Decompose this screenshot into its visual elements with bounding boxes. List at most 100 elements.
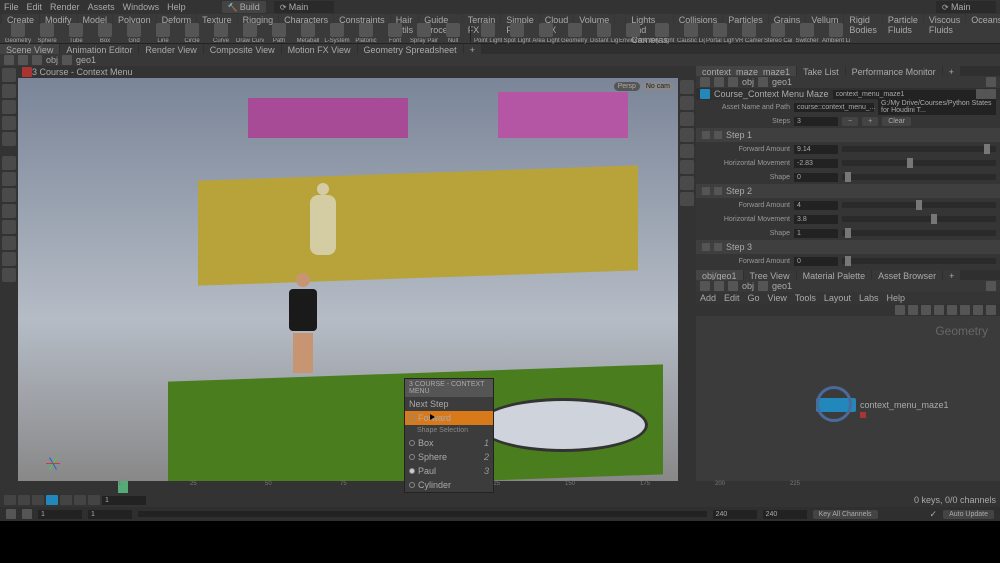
gear-icon[interactable] <box>976 89 986 99</box>
shelf-item[interactable]: Tube <box>62 23 90 44</box>
shelf-item[interactable]: Geometry Light <box>561 23 589 44</box>
fwd-icon[interactable] <box>714 77 724 87</box>
fwd-icon[interactable] <box>714 281 724 291</box>
shelf-item[interactable]: Circle <box>178 23 206 44</box>
shelf-item[interactable]: Caustic Light <box>677 23 705 44</box>
obj-icon[interactable] <box>32 55 42 65</box>
pane-tab[interactable]: Material Palette <box>797 270 872 280</box>
pane-tab[interactable]: Take List <box>797 66 845 76</box>
shelf-item[interactable]: Spray Paint <box>410 23 438 44</box>
pane-tab[interactable]: + <box>943 66 960 76</box>
net-tool-icon[interactable] <box>973 305 983 315</box>
obj-icon[interactable] <box>728 77 738 87</box>
steps-minus-button[interactable]: − <box>842 117 858 126</box>
param-field[interactable]: 9.14 <box>794 145 838 154</box>
shelf-item[interactable]: L-System <box>323 23 351 44</box>
auto-update-button[interactable]: Auto Update <box>943 510 994 519</box>
back-icon[interactable] <box>700 77 710 87</box>
step-header[interactable]: Step 1 <box>696 128 1000 142</box>
nocam-button[interactable]: No cam <box>642 82 674 91</box>
inspect-tool-icon[interactable] <box>2 204 16 218</box>
viewport-canvas[interactable] <box>18 78 678 481</box>
gamma-icon[interactable] <box>680 192 694 206</box>
net-menu-item[interactable]: Layout <box>824 293 851 303</box>
misc3-tool-icon[interactable] <box>2 268 16 282</box>
menu-render[interactable]: Render <box>50 2 80 12</box>
shelf-item[interactable]: Grid <box>120 23 148 44</box>
play-fwd-button[interactable] <box>60 495 72 505</box>
net-menu-item[interactable]: Tools <box>795 293 816 303</box>
prev-frame-button[interactable] <box>18 495 30 505</box>
ctx-shape-option[interactable]: Sphere2 <box>405 450 493 464</box>
chevron-down-icon[interactable] <box>714 131 722 139</box>
lock-icon[interactable] <box>680 96 694 110</box>
desktop-combo-right[interactable]: ⟳ Main <box>936 1 996 13</box>
arrow-tool-icon[interactable] <box>2 132 16 146</box>
viewport[interactable]: 3 Course - Context Menu Persp No cam <box>18 66 696 481</box>
shelf-item[interactable]: Line <box>149 23 177 44</box>
ghost-icon[interactable] <box>680 128 694 142</box>
net-tool-icon[interactable] <box>960 305 970 315</box>
param-field[interactable]: 0 <box>794 257 838 266</box>
x-icon[interactable] <box>702 187 710 195</box>
ctx-shape-option[interactable]: Cylinder <box>405 478 493 492</box>
clear-button[interactable]: Clear <box>882 117 911 126</box>
ctx-shape-option[interactable]: Paul3 <box>405 464 493 478</box>
network-view[interactable]: Geometry context_menu_maze1 <box>696 316 1000 481</box>
param-field[interactable]: 3.8 <box>794 215 838 224</box>
wire-icon[interactable] <box>680 144 694 158</box>
chevron-down-icon[interactable] <box>714 243 722 251</box>
pane-tab[interactable]: Tree View <box>744 270 796 280</box>
pane-tab[interactable]: Composite View <box>204 44 281 54</box>
shelf-item[interactable]: Distant Light <box>590 23 618 44</box>
crumb-geo[interactable]: geo1 <box>772 281 792 291</box>
last-frame-button[interactable] <box>88 495 100 505</box>
render-tool-icon[interactable] <box>2 188 16 202</box>
node-name-field[interactable]: context_menu_maze1 <box>833 90 976 99</box>
asset-name-field[interactable]: course::context_menu_... <box>794 103 874 112</box>
pane-tab[interactable]: + <box>464 44 481 54</box>
x-icon[interactable] <box>702 243 710 251</box>
scale-tool-icon[interactable] <box>2 116 16 130</box>
fwd-icon[interactable] <box>18 55 28 65</box>
param-slider[interactable] <box>842 202 996 208</box>
rotate-tool-icon[interactable] <box>2 100 16 114</box>
shelf-item[interactable]: Geometry <box>4 23 32 44</box>
help-icon[interactable] <box>986 89 996 99</box>
light-icon[interactable] <box>680 176 694 190</box>
opt-icon[interactable] <box>6 509 16 519</box>
pane-tab[interactable]: Animation Editor <box>60 44 138 54</box>
param-slider[interactable] <box>842 216 996 222</box>
shelf-item[interactable]: Draw Curve <box>236 23 264 44</box>
shelf-item[interactable]: Environment Light <box>619 23 647 44</box>
move-tool-icon[interactable] <box>2 84 16 98</box>
pane-tab[interactable]: Scene View <box>0 44 59 54</box>
net-tool-icon[interactable] <box>986 305 996 315</box>
ctx-shape-option[interactable]: Box1 <box>405 436 493 450</box>
crumb-obj[interactable]: obj <box>742 77 754 87</box>
net-tool-icon[interactable] <box>908 305 918 315</box>
geo-icon[interactable] <box>758 77 768 87</box>
param-field[interactable]: 0 <box>794 173 838 182</box>
shelf-item[interactable]: Path <box>265 23 293 44</box>
shelf-item[interactable]: Portal Light <box>706 23 734 44</box>
node[interactable]: context_menu_maze1 <box>816 398 949 412</box>
range-start-field[interactable]: 1 <box>38 510 82 519</box>
shelf-item[interactable]: Stereo Camera <box>764 23 792 44</box>
shelf-item[interactable]: Switcher <box>793 23 821 44</box>
param-slider[interactable] <box>842 258 996 264</box>
crumb-obj[interactable]: obj <box>46 55 58 65</box>
shelf-item[interactable]: Area Light <box>532 23 560 44</box>
record-icon[interactable] <box>22 67 32 77</box>
display-opt-icon[interactable] <box>680 80 694 94</box>
param-field[interactable]: -2.83 <box>794 159 838 168</box>
param-slider[interactable] <box>842 230 996 236</box>
shelf-item[interactable]: Font <box>381 23 409 44</box>
crumb-obj[interactable]: obj <box>742 281 754 291</box>
play-rev-button[interactable] <box>32 495 44 505</box>
pin-icon[interactable] <box>986 77 996 87</box>
net-menu-item[interactable]: View <box>768 293 787 303</box>
net-menu-item[interactable]: Labs <box>859 293 879 303</box>
shelf-item[interactable]: Platonic <box>352 23 380 44</box>
menu-windows[interactable]: Windows <box>123 2 160 12</box>
